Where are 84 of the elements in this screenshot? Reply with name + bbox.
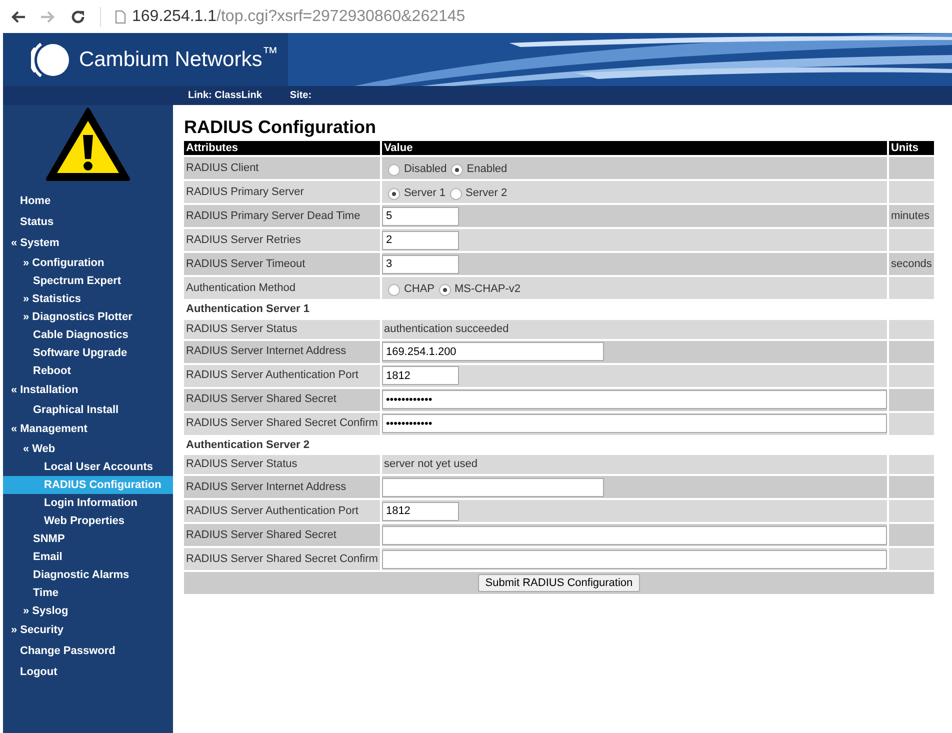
status-text: server not yet used [382,458,478,470]
radio-label: Enabled [466,162,508,178]
text-field[interactable]: 2 [382,230,459,250]
sidebar-item[interactable]: » Security [3,620,173,641]
radio-button[interactable] [388,284,400,296]
sidebar-item[interactable]: » Diagnostics Plotter [3,308,173,326]
attribute-label: RADIUS Client [186,162,259,174]
sidebar-item[interactable]: « Web [3,440,173,458]
sidebar-item[interactable]: « Installation [3,380,173,401]
site-label: Site: [290,89,312,103]
attribute-label: RADIUS Server Status [186,458,298,470]
attribute-label: RADIUS Server Shared Secret Confirm [186,552,378,565]
sidebar-item[interactable]: Home [3,191,173,212]
radio-label: Server 1 [404,186,446,202]
attribute-label: RADIUS Server Retries [186,234,301,246]
sidebar-item[interactable]: Spectrum Expert [3,272,173,290]
reload-icon[interactable] [70,8,86,24]
sidebar-item[interactable]: » Syslog [3,602,173,620]
sidebar-item[interactable]: Web Properties [3,512,173,530]
back-arrow-icon[interactable] [10,10,26,24]
attribute-label: RADIUS Server Timeout [186,258,306,270]
attribute-label: RADIUS Server Shared Secret [186,528,336,541]
attribute-label: RADIUS Primary Server [186,186,304,198]
attribute-label: RADIUS Server Status [186,322,298,335]
attribute-label: RADIUS Server Shared Secret [186,393,336,406]
attribute-label: RADIUS Primary Server Dead Time [186,210,360,222]
column-header: Units [888,141,934,155]
page-title: RADIUS Configuration [184,116,377,139]
sidebar-item[interactable]: SNMP [3,530,173,548]
sidebar-item[interactable]: Change Password [3,641,173,662]
text-field[interactable]: 1812 [382,502,459,520]
units-text: seconds [890,258,932,270]
status-text: authentication succeeded [382,322,509,335]
page-icon [115,10,126,24]
warning-icon [45,107,131,183]
text-field[interactable] [382,526,887,544]
radio-button[interactable] [450,164,463,176]
radio-button[interactable] [450,188,462,200]
attribute-label: RADIUS Server Authentication Port [186,369,358,382]
text-field[interactable]: 1812 [382,366,459,385]
attribute-label: RADIUS Server Shared Secret Confirm [186,417,378,430]
sidebar-item[interactable]: Diagnostic Alarms [3,566,173,584]
sidebar-item[interactable]: Software Upgrade [3,344,173,362]
sidebar-item[interactable]: » Statistics [3,290,173,308]
text-field[interactable]: •••••••••••• [382,414,887,433]
forward-arrow-icon[interactable] [40,10,56,24]
column-header: Value [382,141,887,155]
radio-label: MS-CHAP-v2 [454,282,521,298]
attribute-label: Authentication Method [186,282,296,294]
section-heading: Authentication Server 1 [186,303,310,315]
section-heading: Authentication Server 2 [186,438,310,450]
brand-name: Cambium Networks$^{™}$ [79,46,278,72]
radio-label: CHAP [404,282,435,298]
sidebar-item[interactable]: « System [3,233,173,254]
sidebar-item[interactable]: » Configuration [3,254,173,272]
sidebar-item[interactable]: Login Information [3,494,173,512]
text-field[interactable]: 3 [382,254,459,274]
radio-button[interactable] [388,164,400,176]
sidebar-item[interactable]: Local User Accounts [3,458,173,476]
sidebar-item[interactable]: Logout [3,662,173,683]
attribute-label: RADIUS Server Internet Address [186,480,346,493]
column-header: Attributes [184,141,380,155]
text-field[interactable]: 5 [382,206,459,226]
sidebar-item[interactable]: Email [3,548,173,566]
submit-button[interactable]: Submit RADIUS Configuration [478,574,640,592]
sidebar-item[interactable]: Time [3,584,173,602]
attribute-label: RADIUS Server Internet Address [186,345,346,358]
radio-button[interactable] [388,188,400,200]
text-field[interactable] [382,550,887,568]
radio-label: Server 2 [466,186,508,202]
address-bar[interactable]: 169.254.1.1/top.cgi?xsrf=2972930860&262145 [115,4,466,28]
sidebar-item[interactable]: Graphical Install [3,401,173,419]
sidebar-item[interactable]: Status [3,212,173,233]
text-field[interactable]: •••••••••••• [382,390,887,409]
units-text: minutes [890,210,930,222]
link-label: Link: ClassLink [188,89,262,103]
attribute-label: RADIUS Server Authentication Port [186,504,358,517]
sidebar-item[interactable]: Reboot [3,362,173,380]
radio-button[interactable] [438,284,451,296]
text-field[interactable]: 169.254.1.200 [382,342,604,361]
radio-label: Disabled [404,162,447,178]
sidebar-item[interactable]: « Management [3,419,173,440]
text-field[interactable] [382,478,604,496]
sidebar-item[interactable]: Cable Diagnostics [3,326,173,344]
